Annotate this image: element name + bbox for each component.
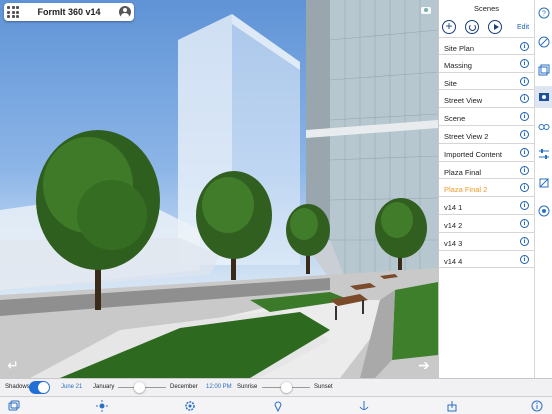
shadows-toggle[interactable] — [29, 381, 50, 394]
scene-item[interactable]: Street View i — [439, 90, 534, 109]
scene-item[interactable]: v14 4 i — [439, 251, 534, 269]
sun-icon[interactable] — [96, 400, 108, 412]
scene-item[interactable]: Plaza Final 2 i — [439, 179, 534, 198]
camera-icon[interactable] — [421, 7, 431, 14]
time-start-label: Sunrise — [237, 384, 258, 390]
time-slider-thumb[interactable] — [280, 382, 292, 393]
scene-item-label: Plaza Final 2 — [444, 185, 488, 195]
scene-item-label: v14 1 — [444, 203, 463, 213]
info-icon[interactable]: i — [520, 58, 529, 68]
info-icon[interactable]: i — [520, 236, 529, 246]
scene-item[interactable]: Street View 2 i — [439, 126, 534, 144]
settings-icon[interactable] — [184, 400, 196, 412]
info-icon[interactable]: i — [520, 201, 529, 211]
share-icon[interactable] — [446, 400, 458, 412]
add-scene-button[interactable]: + — [442, 20, 456, 34]
location-icon[interactable] — [272, 400, 284, 412]
scene-item[interactable]: v14 3 i — [439, 233, 534, 251]
scene-list: Site Plan i Massing i Site i Street View i Scene… — [439, 37, 534, 269]
scene-render — [0, 0, 438, 378]
scenes-icon[interactable] — [538, 91, 550, 103]
info-icon[interactable]: i — [520, 165, 529, 175]
scene-item[interactable]: Plaza Final i — [439, 162, 534, 180]
scene-item-label: v14 3 — [444, 238, 463, 248]
user-account-icon[interactable] — [119, 6, 131, 18]
scene-item-label: Massing — [444, 60, 472, 70]
help-icon[interactable]: ? — [538, 7, 550, 19]
glasses-icon[interactable] — [538, 120, 550, 132]
sketch-icon[interactable] — [538, 36, 550, 48]
right-tool-strip: ? — [534, 0, 552, 378]
info-icon[interactable] — [531, 400, 543, 412]
time-value[interactable]: 12:00 PM — [206, 384, 232, 390]
scene-item-label: Imported Content — [444, 149, 502, 159]
info-icon[interactable]: i — [520, 183, 529, 193]
scene-item-label: v14 2 — [444, 220, 463, 230]
redo-icon[interactable]: ➔ — [415, 358, 433, 372]
time-end-label: Sunset — [314, 384, 333, 390]
info-icon[interactable]: i — [520, 94, 529, 104]
scene-item[interactable]: v14 1 i — [439, 197, 534, 215]
undo-icon[interactable]: ↵ — [4, 358, 22, 372]
scenes-panel: Scenes + Edit Site Plan i Massing i Site i Str… — [438, 0, 534, 378]
info-icon[interactable]: i — [520, 218, 529, 228]
scene-item[interactable]: Imported Content i — [439, 144, 534, 162]
scene-item-label: Street View — [444, 96, 483, 106]
month-end-label: December — [170, 384, 198, 390]
scene-item-label: Site — [444, 78, 457, 88]
app-title: FormIt 360 v14 — [37, 7, 101, 17]
scene-item[interactable]: Site i — [439, 73, 534, 91]
month-slider-thumb[interactable] — [134, 382, 146, 393]
levels-icon[interactable] — [538, 148, 550, 160]
play-scenes-button[interactable] — [488, 20, 502, 34]
info-icon[interactable]: i — [520, 254, 529, 264]
model-viewport[interactable]: FormIt 360 v14 ↵ ➔ — [0, 0, 438, 378]
scene-item[interactable]: Site Plan i — [439, 37, 534, 55]
scene-item-label: Site Plan — [444, 44, 475, 53]
panel-title: Scenes — [473, 4, 500, 13]
info-icon[interactable]: i — [520, 76, 529, 86]
scene-item[interactable]: Scene i — [439, 108, 534, 126]
title-bar: FormIt 360 v14 — [4, 3, 134, 21]
info-icon[interactable]: i — [520, 129, 529, 139]
scene-item-label: Scene — [444, 114, 466, 124]
bottom-tool-bar — [0, 396, 552, 414]
info-icon[interactable]: i — [520, 42, 529, 51]
materials-icon[interactable] — [538, 205, 550, 217]
svg-text:?: ? — [542, 11, 546, 18]
scene-item-label: v14 4 — [444, 256, 463, 266]
layers-icon[interactable] — [8, 400, 20, 412]
shadow-options-bar: Shadows June 21 January December 12:00 P… — [0, 378, 552, 396]
info-icon[interactable]: i — [520, 147, 529, 157]
scene-item[interactable]: v14 2 i — [439, 215, 534, 233]
month-start-label: January — [93, 384, 115, 390]
date-value[interactable]: June 21 — [61, 384, 82, 390]
update-scene-button[interactable] — [465, 20, 479, 34]
edit-scenes-button[interactable]: Edit — [517, 24, 529, 31]
scene-item[interactable]: Massing i — [439, 55, 534, 73]
scene-item-label: Street View 2 — [444, 131, 489, 141]
anchor-icon[interactable] — [358, 400, 370, 412]
scene-item-label: Plaza Final — [444, 167, 482, 177]
info-icon[interactable]: i — [520, 112, 529, 122]
shadows-label: Shadows — [5, 384, 30, 390]
layers-icon[interactable] — [538, 64, 550, 76]
settings-icon[interactable] — [538, 177, 550, 189]
